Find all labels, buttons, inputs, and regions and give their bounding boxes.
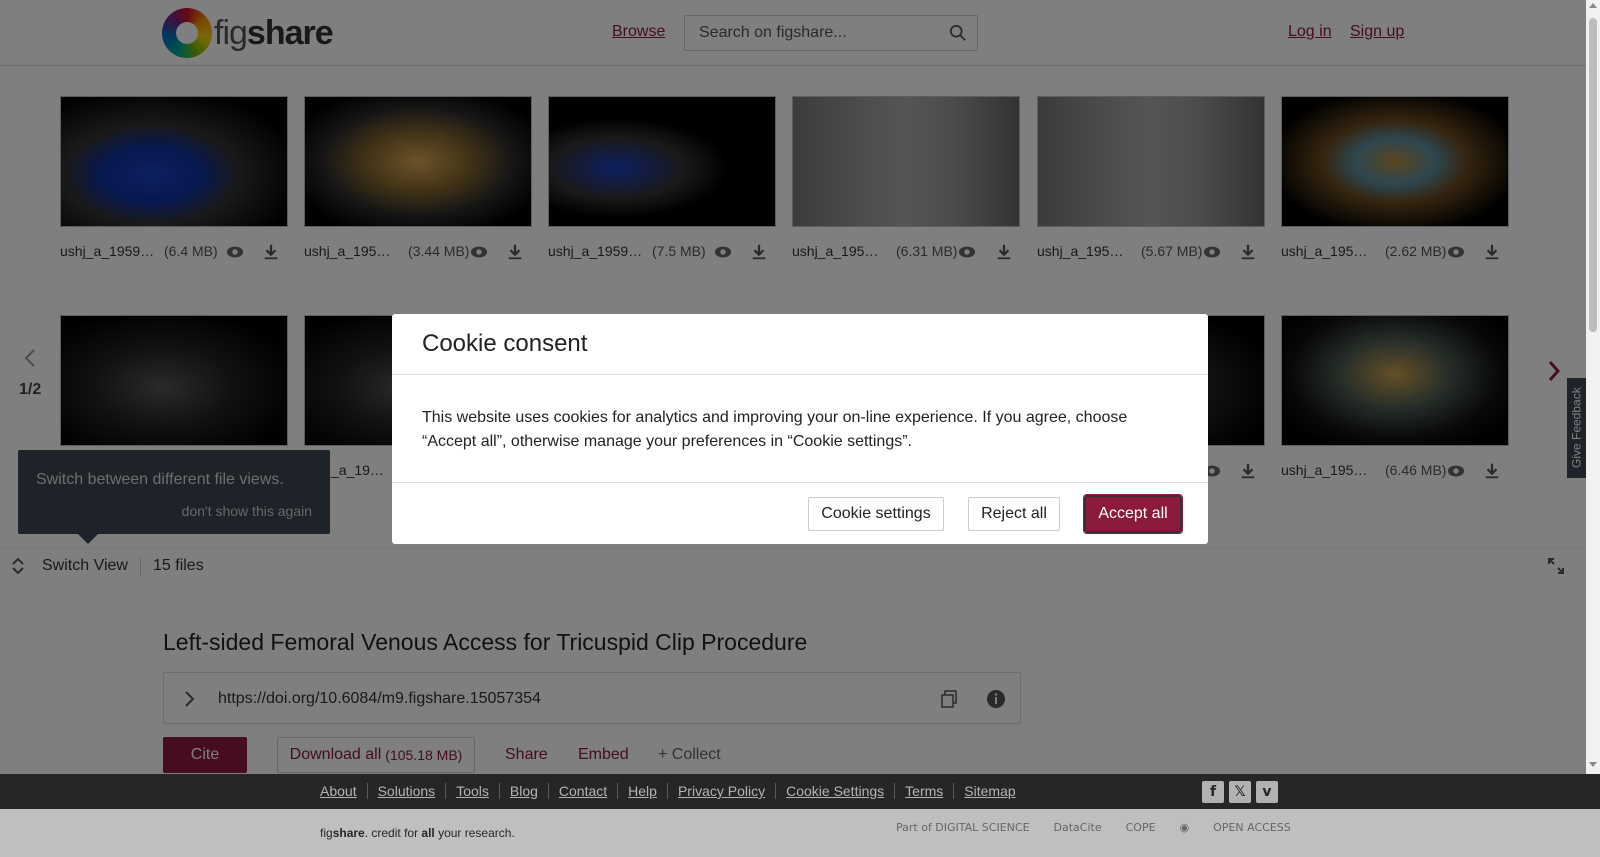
cookie-settings-button[interactable]: Cookie settings bbox=[808, 497, 944, 531]
page-scrollbar[interactable] bbox=[1586, 0, 1600, 774]
modal-backdrop-footer bbox=[0, 774, 1600, 857]
scroll-up-arrow-icon[interactable] bbox=[1589, 3, 1597, 8]
divider bbox=[392, 482, 1208, 483]
scroll-down-arrow-icon[interactable] bbox=[1589, 762, 1597, 767]
divider bbox=[392, 374, 1208, 375]
scroll-thumb[interactable] bbox=[1589, 18, 1597, 332]
cookie-consent-dialog: Cookie consent This website uses cookies… bbox=[392, 314, 1208, 544]
dialog-body: This website uses cookies for analytics … bbox=[422, 409, 1128, 450]
accept-all-button[interactable]: Accept all bbox=[1083, 494, 1183, 534]
reject-all-button[interactable]: Reject all bbox=[968, 497, 1060, 531]
dialog-title: Cookie consent bbox=[422, 330, 588, 357]
